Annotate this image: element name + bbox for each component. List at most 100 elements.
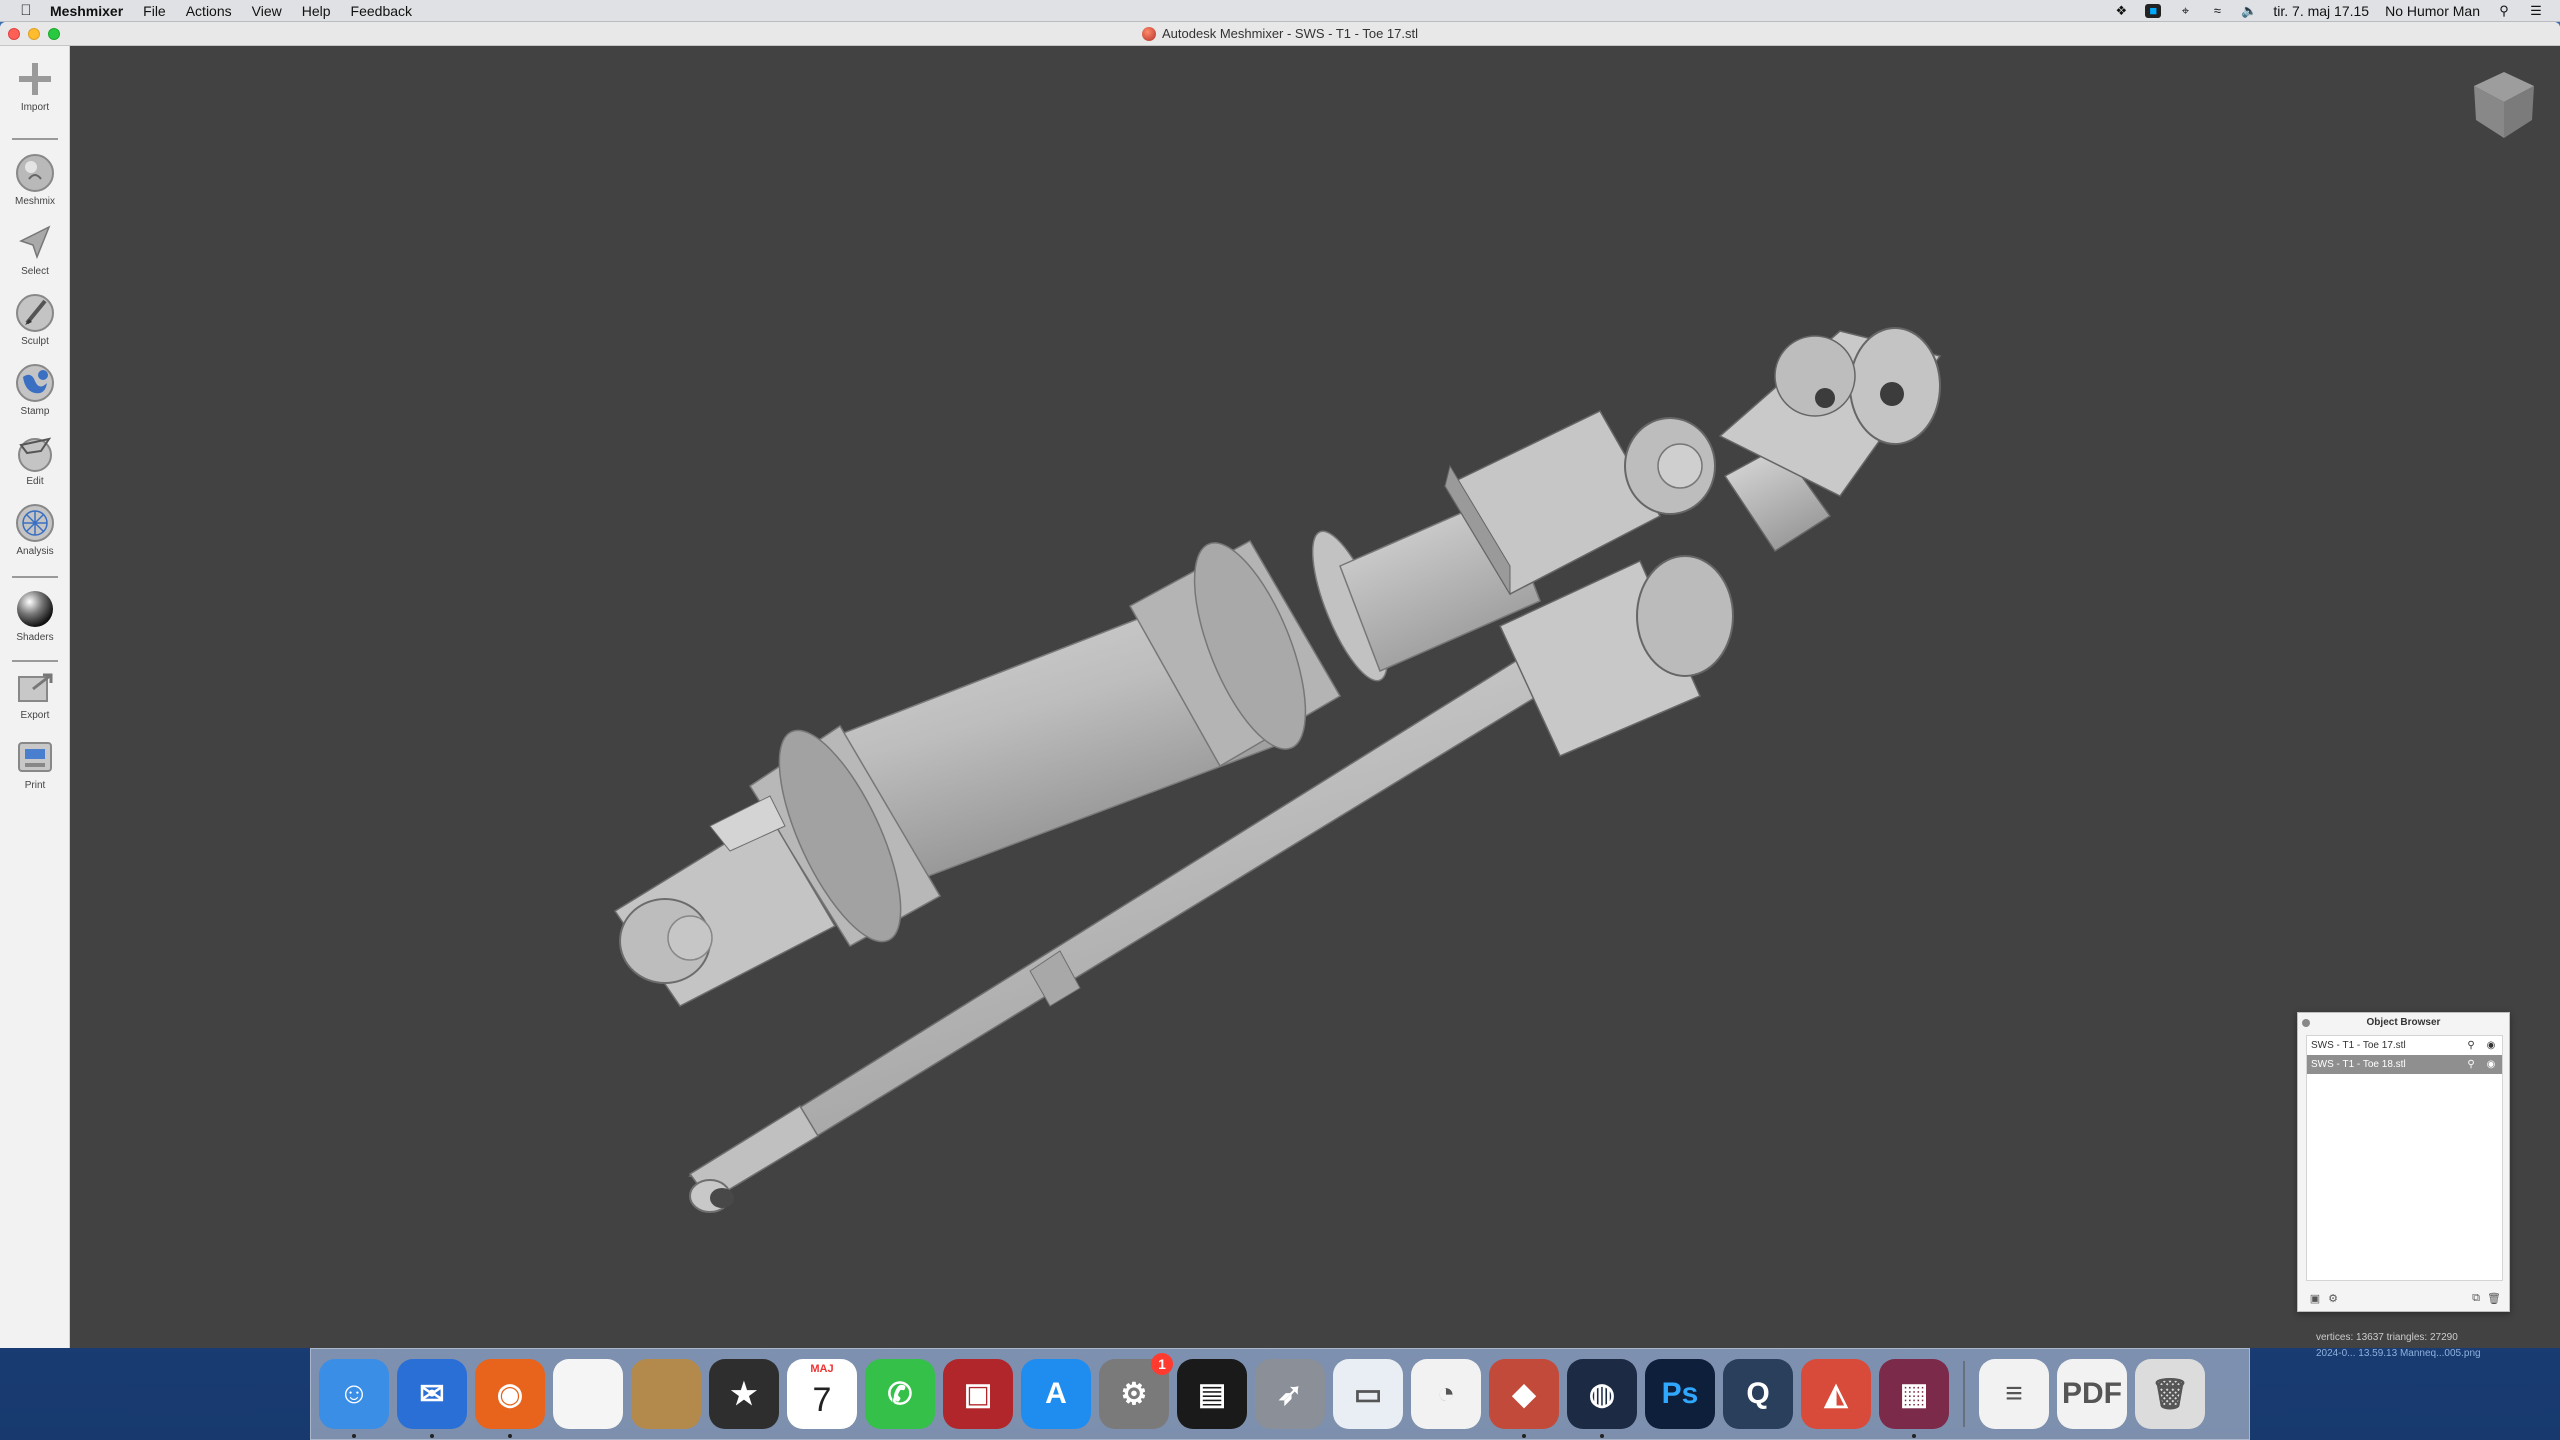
tool-meshmix[interactable]: Meshmix [0, 146, 70, 212]
tool-shaders[interactable]: Shaders [0, 582, 70, 648]
menu-help[interactable]: Help [292, 3, 341, 19]
dock-firefox-icon[interactable]: ◉ [475, 1359, 545, 1438]
object-list-item[interactable]: SWS - T1 - Toe 17.stl ⚲ ◉ [2307, 1036, 2502, 1055]
dock-glyph: ◉ [496, 1377, 524, 1411]
dock-glyph: ▦ [1899, 1377, 1929, 1411]
edit-icon [14, 432, 56, 474]
dock-glyph: ◔ [1436, 1377, 1456, 1410]
wifi-icon[interactable]: ≈ [2209, 3, 2225, 18]
dock-finder-icon[interactable]: ☺ [319, 1359, 389, 1438]
tool-label: Meshmix [14, 196, 55, 207]
dock-notebook-icon[interactable] [631, 1359, 701, 1429]
running-indicator [430, 1434, 434, 1438]
dock-glyph: ☺ [338, 1377, 370, 1410]
app-status-icon[interactable]: ■ [2145, 3, 2162, 18]
dock-photoshop-icon[interactable]: Ps [1645, 1359, 1715, 1429]
dock-meshmixer-icon[interactable]: ◆ [1489, 1359, 1559, 1438]
stamp-icon [14, 362, 56, 404]
tool-label: Analysis [16, 546, 54, 557]
transform-icon[interactable]: ⚲ [2464, 1058, 2478, 1070]
dock-mosaic-icon[interactable]: ▦ [1879, 1359, 1949, 1438]
notification-center-icon[interactable]: ☰ [2528, 3, 2544, 18]
3d-viewport[interactable]: Object Browser SWS - T1 - Toe 17.stl ⚲ ◉… [70, 46, 2560, 1348]
toolbar-divider [12, 138, 58, 140]
tool-export[interactable]: Export [0, 660, 70, 726]
menu-file[interactable]: File [133, 3, 176, 19]
visibility-eye-icon[interactable]: ◉ [2484, 1039, 2498, 1051]
dock-calendar-icon[interactable]: MAJ 7 [787, 1359, 857, 1429]
dock-blender-icon[interactable]: ◔ [1411, 1359, 1481, 1429]
settings-icon[interactable]: ⚙ [2324, 1290, 2342, 1306]
network-icon[interactable]: ⌖ [2177, 3, 2193, 18]
menu-app-name[interactable]: Meshmixer [40, 3, 133, 19]
meshmix-icon [14, 152, 56, 194]
view-cube[interactable] [2460, 62, 2540, 142]
dock-launchpad-icon[interactable]: ➶ [1255, 1359, 1325, 1429]
dock-quicktime-icon[interactable]: Q [1723, 1359, 1793, 1429]
dock-thunderbird-icon[interactable]: ✉ [397, 1359, 467, 1438]
dock-textedit-icon[interactable] [553, 1359, 623, 1429]
dock-app-store-icon[interactable]: A [1021, 1359, 1091, 1429]
running-indicator [1600, 1434, 1604, 1438]
dock-activity-monitor-icon[interactable]: ▤ [1177, 1359, 1247, 1429]
dock-glyph: PDF [2062, 1377, 2122, 1410]
visibility-eye-icon[interactable]: ◉ [2484, 1058, 2498, 1070]
dock-pdf-icon[interactable]: PDF [2057, 1359, 2127, 1429]
duplicate-icon[interactable]: ⧉ [2467, 1290, 2485, 1306]
dock-system-preferences-icon[interactable]: ⚙ 1 [1099, 1353, 1173, 1429]
calendar-month-label: MAJ [810, 1363, 834, 1375]
menubar-clock[interactable]: tir. 7. maj 17.15 [2273, 3, 2369, 19]
dock-affinity-icon[interactable]: ◭ [1801, 1359, 1871, 1429]
dock-facetime-icon[interactable]: ✆ [865, 1359, 935, 1429]
menu-actions[interactable]: Actions [176, 3, 242, 19]
desktop-file-label: 2024-0... 13.59.13 Manneq...005.png [2316, 1348, 2481, 1359]
running-indicator [1522, 1434, 1526, 1438]
tool-import[interactable]: Import [0, 52, 70, 118]
dock-glyph: Q [1746, 1377, 1770, 1410]
object-list-item-selected[interactable]: SWS - T1 - Toe 18.stl ⚲ ◉ [2307, 1055, 2502, 1074]
object-browser-footer: ▣ ⚙ ⧉ 🗑 [2306, 1289, 2503, 1307]
dock-photo-booth-icon[interactable]: ▣ [943, 1359, 1013, 1429]
window-title: Autodesk Meshmixer - SWS - T1 - Toe 17.s… [1162, 26, 1418, 41]
transform-icon[interactable]: ⚲ [2464, 1039, 2478, 1051]
tool-label: Select [21, 266, 49, 277]
close-window-button[interactable] [8, 28, 20, 40]
window-titlebar[interactable]: Autodesk Meshmixer - SWS - T1 - Toe 17.s… [0, 22, 2560, 46]
menu-view[interactable]: View [242, 3, 292, 19]
apple-icon[interactable]:  [12, 2, 40, 19]
tool-print[interactable]: Print [0, 730, 70, 796]
dock-cinema-4d-icon[interactable]: ◍ [1567, 1359, 1637, 1438]
model-render[interactable] [70, 46, 2560, 1348]
object-list: SWS - T1 - Toe 17.stl ⚲ ◉ SWS - T1 - Toe… [2306, 1035, 2503, 1281]
menubar-user[interactable]: No Humor Man [2385, 3, 2480, 19]
delete-trash-icon[interactable]: 🗑 [2485, 1290, 2503, 1306]
tool-analysis[interactable]: Analysis [0, 496, 70, 562]
running-indicator [1912, 1434, 1916, 1438]
dock-glyph: A [1045, 1377, 1067, 1410]
running-indicator [508, 1434, 512, 1438]
dock-glyph: ➶ [1277, 1377, 1303, 1411]
dock-imovie-icon[interactable]: ★ [709, 1359, 779, 1429]
spotlight-search-icon[interactable]: ⚲ [2496, 3, 2512, 18]
zoom-window-button[interactable] [48, 28, 60, 40]
dock-document-icon[interactable]: ≡ [1979, 1359, 2049, 1429]
dropbox-icon[interactable]: ❖ [2113, 3, 2129, 18]
select-arrow-icon [14, 222, 56, 264]
minimize-window-button[interactable] [28, 28, 40, 40]
dock-trash-icon[interactable]: 🗑 [2135, 1359, 2205, 1429]
tool-stamp[interactable]: Stamp [0, 356, 70, 422]
tool-sculpt[interactable]: Sculpt [0, 286, 70, 352]
object-browser-header[interactable]: Object Browser [2298, 1013, 2509, 1033]
dock-rulers-icon[interactable]: ▭ [1333, 1359, 1403, 1429]
add-object-icon[interactable]: ▣ [2306, 1290, 2324, 1306]
desktop:  Meshmixer File Actions View Help Feedb… [0, 0, 2560, 1440]
object-name: SWS - T1 - Toe 18.stl [2311, 1059, 2406, 1070]
dock-glyph: ✉ [419, 1377, 445, 1411]
tool-select[interactable]: Select [0, 216, 70, 282]
tool-edit[interactable]: Edit [0, 426, 70, 492]
shaders-icon [14, 588, 56, 630]
volume-icon[interactable]: 🔈 [2241, 3, 2257, 18]
close-panel-button[interactable] [2302, 1019, 2310, 1027]
menu-bar:  Meshmixer File Actions View Help Feedb… [0, 0, 2560, 22]
menu-feedback[interactable]: Feedback [341, 3, 422, 19]
